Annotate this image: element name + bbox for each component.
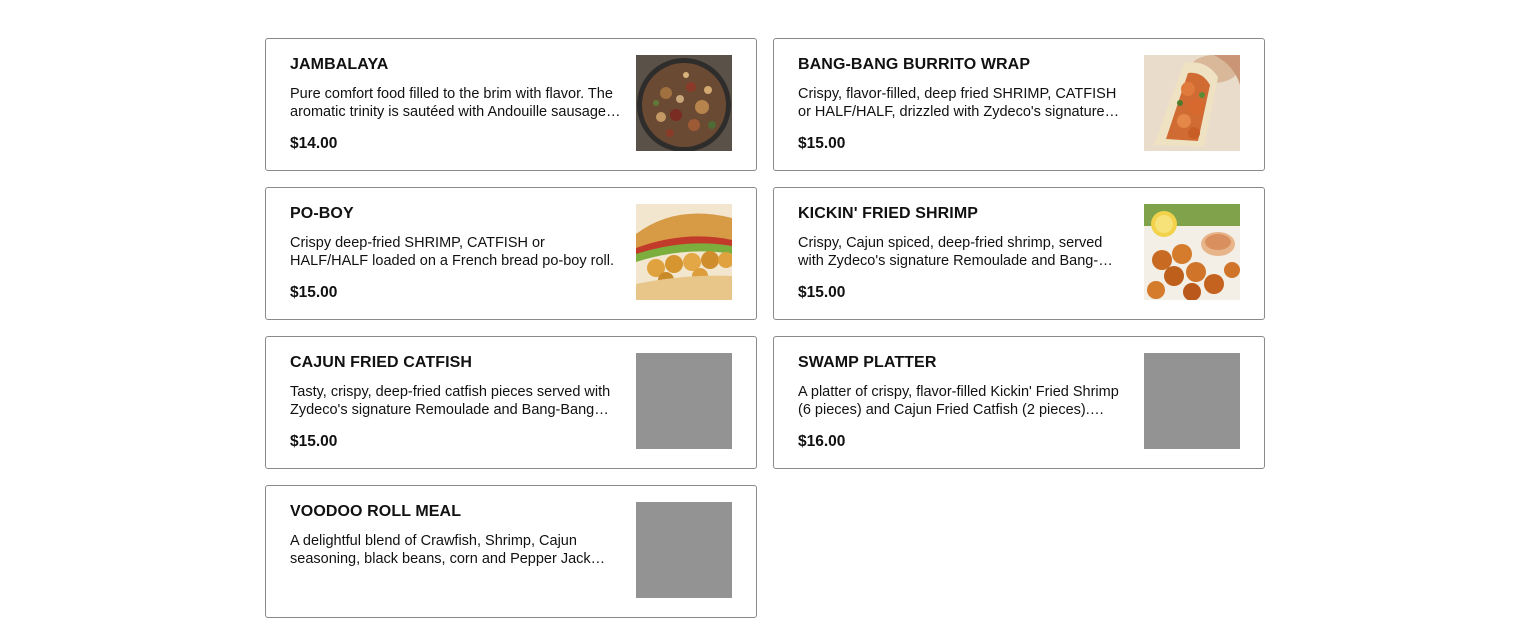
menu-item-description: Pure comfort food filled to the brim wit…	[290, 86, 613, 120]
fried-shrimp-image[interactable]	[1144, 204, 1240, 300]
menu-item-price: $15.00	[798, 284, 846, 301]
menu-item-text: KICKIN' FRIED SHRIMP Crispy, Cajun spice…	[798, 204, 1130, 303]
image-placeholder[interactable]	[636, 502, 732, 598]
menu-item-title: SWAMP PLATTER	[798, 354, 937, 371]
menu-item-card[interactable]: KICKIN' FRIED SHRIMP Crispy, Cajun spice…	[773, 187, 1265, 320]
menu-item-card[interactable]: BANG-BANG BURRITO WRAP Crispy, flavor-fi…	[773, 38, 1265, 171]
menu-item-price: $15.00	[290, 284, 338, 301]
menu-item-card[interactable]: SWAMP PLATTER A platter of crispy, flavo…	[773, 336, 1265, 469]
image-placeholder[interactable]	[1144, 353, 1240, 449]
menu-item-text: JAMBALAYA Pure comfort food filled to th…	[290, 55, 622, 154]
menu-item-title: JAMBALAYA	[290, 56, 389, 73]
menu-item-title: KICKIN' FRIED SHRIMP	[798, 205, 979, 222]
burrito-wrap-image[interactable]	[1144, 55, 1240, 151]
menu-item-card[interactable]: VOODOO ROLL MEAL A delightful blend of C…	[265, 485, 757, 618]
menu-item-text: CAJUN FRIED CATFISH Tasty, crispy, deep-…	[290, 353, 622, 452]
menu-item-price: $16.00	[798, 433, 846, 450]
menu-item-text: VOODOO ROLL MEAL A delightful blend of C…	[290, 502, 622, 581]
menu-item-description: Crispy, flavor-filled, deep fried SHRIMP…	[798, 86, 1117, 120]
jambalaya-image[interactable]	[636, 55, 732, 151]
menu-item-text: PO-BOY Crispy deep-fried SHRIMP, CATFISH…	[290, 204, 622, 303]
menu-item-description: Crispy, Cajun spiced, deep-fried shrimp,…	[798, 235, 1103, 269]
menu-item-description: A platter of crispy, flavor-filled Kicki…	[798, 384, 1119, 418]
po-boy-image[interactable]	[636, 204, 732, 300]
menu-item-card[interactable]: JAMBALAYA Pure comfort food filled to th…	[265, 38, 757, 171]
menu-item-title: PO-BOY	[290, 205, 354, 222]
menu-grid: JAMBALAYA Pure comfort food filled to th…	[265, 38, 1265, 618]
menu-item-text: SWAMP PLATTER A platter of crispy, flavo…	[798, 353, 1130, 452]
menu-item-price: $15.00	[798, 135, 846, 152]
menu-item-description: A delightful blend of Crawfish, Shrimp, …	[290, 533, 591, 567]
menu-item-card[interactable]: CAJUN FRIED CATFISH Tasty, crispy, deep-…	[265, 336, 757, 469]
menu-item-description: Crispy deep-fried SHRIMP, CATFISH or HAL…	[290, 235, 615, 269]
menu-item-title: BANG-BANG BURRITO WRAP	[798, 56, 1031, 73]
menu-item-price: $14.00	[290, 135, 338, 152]
image-placeholder[interactable]	[636, 353, 732, 449]
menu-item-title: VOODOO ROLL MEAL	[290, 503, 462, 520]
menu-item-price: $15.00	[290, 433, 338, 450]
menu-item-description: Tasty, crispy, deep-fried catfish pieces…	[290, 384, 611, 418]
menu-item-card[interactable]: PO-BOY Crispy deep-fried SHRIMP, CATFISH…	[265, 187, 757, 320]
menu-item-text: BANG-BANG BURRITO WRAP Crispy, flavor-fi…	[798, 55, 1130, 154]
menu-item-title: CAJUN FRIED CATFISH	[290, 354, 473, 371]
